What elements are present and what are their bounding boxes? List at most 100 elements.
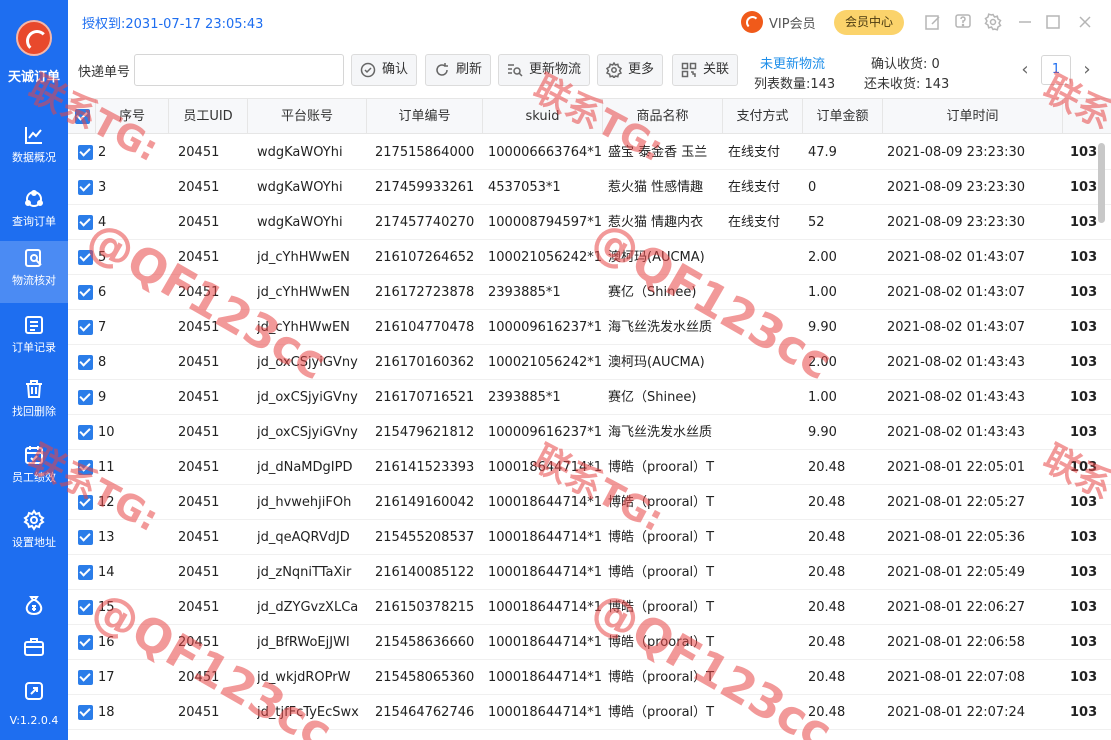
table-row[interactable]: 9 20451 jd_oxCSjyiGVny 216170716521 2393885*… (68, 380, 1111, 415)
row-checkbox[interactable] (78, 460, 93, 475)
cell-account: jd_hvwehjiFOh (257, 495, 352, 510)
table-row[interactable]: 10 20451 jd_oxCSjyiGVny 215479621812 1000096… (68, 415, 1111, 450)
column-header[interactable]: 支付方式 (723, 99, 803, 134)
column-header[interactable]: 商品名称 (603, 99, 723, 134)
share-icon[interactable] (23, 680, 45, 702)
table-row[interactable]: 18 20451 jd_tjfFcTyEcSwx 215464762746 100018… (68, 695, 1111, 730)
row-checkbox[interactable] (78, 180, 93, 195)
row-checkbox[interactable] (78, 145, 93, 160)
cell-time: 2021-08-02 01:43:07 (887, 285, 1026, 300)
column-header[interactable]: 平台账号 (248, 99, 367, 134)
money-bag-icon[interactable] (23, 594, 45, 616)
row-checkbox[interactable] (78, 390, 93, 405)
table-row[interactable]: 6 20451 jd_cYhHWwEN 216172723878 2393885*1 赛亿… (68, 275, 1111, 310)
maximize-icon[interactable] (1044, 13, 1062, 31)
cell-time: 2021-08-02 01:43:07 (887, 250, 1026, 265)
row-checkbox[interactable] (78, 705, 93, 720)
table-row[interactable]: 15 20451 jd_dZYGvzXLCa 216150378215 10001864… (68, 590, 1111, 625)
sidebar-item-staff-performance[interactable]: 员工绩效 (0, 438, 68, 500)
row-checkbox[interactable] (78, 285, 93, 300)
confirm-button[interactable]: 确认 (351, 54, 418, 86)
prev-page-button[interactable]: ‹ (1016, 58, 1034, 82)
help-icon[interactable] (954, 13, 972, 31)
column-header[interactable]: 员工UID (169, 99, 248, 134)
column-header[interactable]: 序号 (96, 99, 169, 134)
tracking-number-label: 快递单号 (78, 65, 131, 80)
table-row[interactable]: 2 20451 wdgKaWOYhi 217515864000 100006663764… (68, 135, 1111, 170)
cell-name: 博皓（prooral）T (608, 460, 715, 475)
cell-amount: 1.00 (808, 390, 837, 405)
row-checkbox[interactable] (78, 530, 93, 545)
cell-no: 10 (98, 425, 115, 440)
tracking-number-input[interactable] (134, 54, 344, 86)
table-row[interactable]: 11 20451 jd_dNaMDgIPD 216141523393 100018644… (68, 450, 1111, 485)
cell-skuid: 100018644714*1 (488, 460, 603, 475)
column-header[interactable]: skuid (483, 99, 603, 134)
sidebar-item-order-record[interactable]: 订单记录 (0, 308, 68, 370)
table-row[interactable]: 13 20451 jd_qeAQRVdJD 215455208537 100018644… (68, 520, 1111, 555)
row-checkbox[interactable] (78, 600, 93, 615)
row-checkbox[interactable] (78, 250, 93, 265)
row-checkbox[interactable] (78, 670, 93, 685)
table-row[interactable]: 4 20451 wdgKaWOYhi 217457740270 100008794597… (68, 205, 1111, 240)
sidebar-item-query-order[interactable]: 查询订单 (0, 182, 68, 244)
table-row[interactable]: 3 20451 wdgKaWOYhi 217459933261 4537053*1 惹火猫… (68, 170, 1111, 205)
cell-time: 2021-08-01 22:06:27 (887, 600, 1026, 615)
minimize-icon[interactable] (1016, 13, 1034, 31)
cell-extra: 103 (1070, 495, 1098, 510)
qr-grid-icon (681, 62, 697, 78)
page-number-input[interactable]: 1 (1041, 55, 1071, 85)
table-row[interactable]: 16 20451 jd_BfRWoEjJWI 215458636660 10001864… (68, 625, 1111, 660)
sidebar-item-recover-deleted[interactable]: 找回删除 (0, 372, 68, 434)
cell-uid: 20451 (178, 285, 220, 300)
cell-extra: 103 (1070, 600, 1098, 615)
cell-amount: 20.48 (808, 565, 846, 580)
cell-skuid: 100006663764*1 (488, 145, 603, 160)
vertical-scrollbar[interactable] (1098, 143, 1105, 223)
column-header[interactable]: 订单金额 (803, 99, 883, 134)
table-row[interactable]: 14 20451 jd_zNqniTTaXir 216140085122 1000186… (68, 555, 1111, 590)
select-all-cell[interactable] (68, 99, 96, 134)
row-checkbox[interactable] (78, 565, 93, 580)
vip-label[interactable]: VIP会员 (769, 13, 816, 32)
cell-name: 海飞丝洗发水丝质 (608, 320, 713, 335)
not-updated-logistics-link[interactable]: 未更新物流 (760, 53, 825, 72)
edit-icon[interactable] (924, 13, 942, 31)
cell-time: 2021-08-01 22:05:36 (887, 530, 1026, 545)
sidebar-item-settings-address[interactable]: 设置地址 (0, 503, 68, 565)
logistics-check-icon (25, 249, 42, 267)
cell-amount: 47.9 (808, 145, 837, 160)
authorization-text: 授权到:2031-07-17 23:05:43 (82, 17, 264, 32)
table-row[interactable]: 7 20451 jd_cYhHWwEN 216104770478 10000961623… (68, 310, 1111, 345)
row-checkbox[interactable] (78, 635, 93, 650)
member-center-button[interactable]: 会员中心 (834, 10, 904, 35)
close-icon[interactable] (1076, 13, 1094, 31)
related-button[interactable]: 关联 (672, 54, 739, 86)
cell-pay (728, 380, 803, 415)
column-header[interactable]: 订单时间 (883, 99, 1063, 134)
next-page-button[interactable]: › (1078, 58, 1096, 82)
row-checkbox[interactable] (78, 425, 93, 440)
more-button[interactable]: 更多 (597, 54, 664, 86)
row-checkbox[interactable] (78, 495, 93, 510)
table-row[interactable]: 17 20451 jd_wkjdROPrW 215458065360 100018644… (68, 660, 1111, 695)
table-row[interactable]: 5 20451 jd_cYhHWwEN 216107264652 10002105624… (68, 240, 1111, 275)
table-row[interactable]: 8 20451 jd_oxCSjyiGVny 216170160362 10002105… (68, 345, 1111, 380)
cell-skuid: 100018644714*1 (488, 495, 603, 510)
sidebar-item-logistics-check[interactable]: 物流核对 (0, 241, 68, 303)
refresh-button[interactable]: 刷新 (425, 54, 492, 86)
cell-no: 16 (98, 635, 115, 650)
cell-skuid: 100009616237*1 (488, 320, 603, 335)
table-row[interactable]: 12 20451 jd_hvwehjiFOh 216149160042 10001864… (68, 485, 1111, 520)
sidebar-item-overview[interactable]: 数据概况 (0, 118, 68, 180)
row-checkbox[interactable] (78, 355, 93, 370)
select-all-checkbox[interactable] (75, 109, 90, 124)
query-order-icon (25, 190, 43, 207)
row-checkbox[interactable] (78, 215, 93, 230)
briefcase-icon[interactable] (23, 636, 45, 658)
row-checkbox[interactable] (78, 320, 93, 335)
cell-account: jd_BfRWoEjJWI (257, 635, 350, 650)
update-logistics-button[interactable]: 更新物流 (498, 54, 591, 86)
column-header[interactable]: 订单编号 (367, 99, 483, 134)
settings-icon[interactable] (984, 13, 1002, 31)
